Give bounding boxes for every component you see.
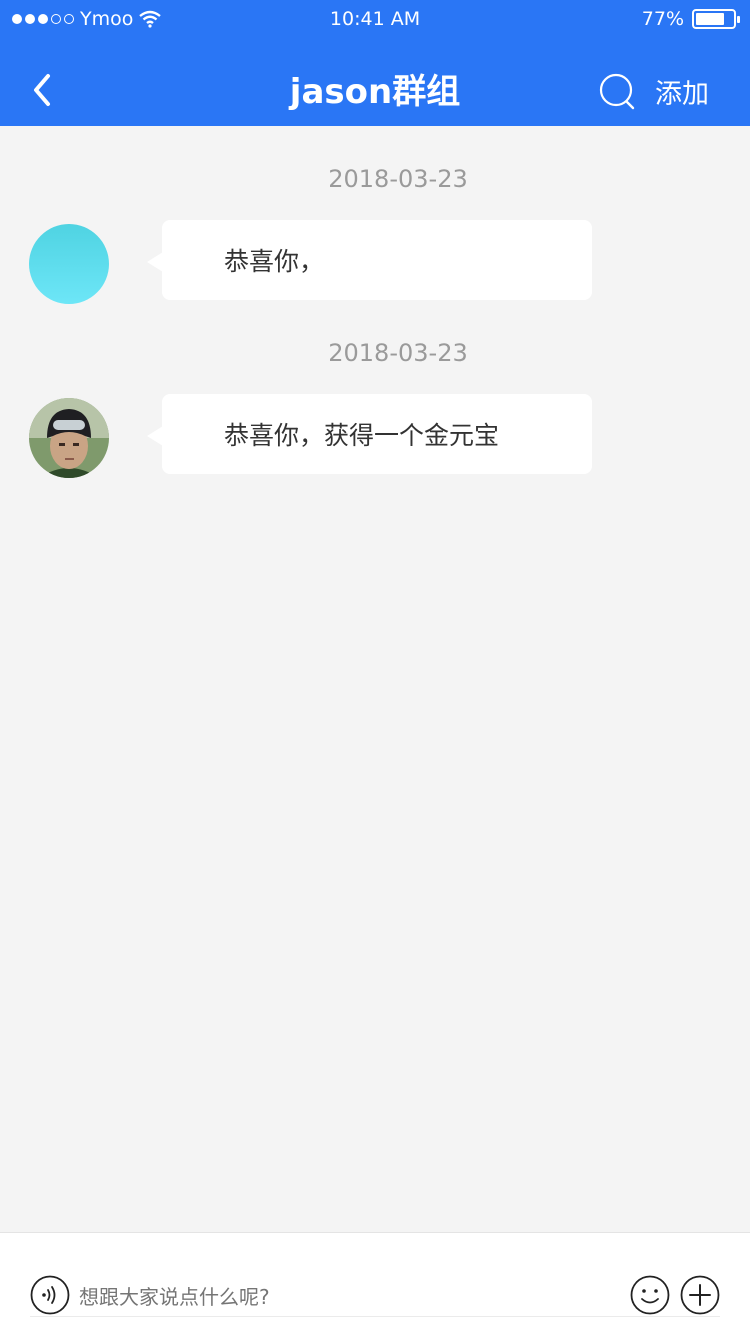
message-date: 2018-03-23: [328, 165, 468, 193]
add-button[interactable]: 添加: [655, 72, 709, 111]
message-input[interactable]: [79, 1279, 609, 1315]
message-bubble[interactable]: 恭喜你，获得一个金元宝: [147, 394, 592, 474]
top-bar: Ymoo 10:41 AM 77% jason群组 添加: [0, 0, 750, 126]
voice-icon[interactable]: [30, 1275, 70, 1315]
nav-bar: jason群组 添加: [0, 50, 750, 126]
chat-area: 2018-03-23 恭喜你， 2018-03-23 恭喜你，获得一个金元宝: [0, 127, 750, 1232]
status-right: 77%: [641, 8, 740, 30]
search-icon[interactable]: [598, 72, 638, 112]
message-date: 2018-03-23: [328, 339, 468, 367]
input-divider: [30, 1316, 720, 1317]
battery-icon: [692, 9, 740, 29]
avatar[interactable]: [29, 224, 109, 304]
input-bar: [0, 1232, 750, 1334]
avatar[interactable]: [29, 398, 109, 478]
message-bubble[interactable]: 恭喜你，: [147, 220, 592, 300]
emoji-icon[interactable]: [630, 1275, 670, 1315]
message-text: 恭喜你，获得一个金元宝: [224, 421, 500, 450]
battery-percent: 77%: [641, 8, 684, 30]
status-bar: Ymoo 10:41 AM 77%: [0, 0, 750, 40]
status-time: 10:41 AM: [329, 8, 421, 30]
person-photo: [29, 398, 109, 478]
message-text: 恭喜你，: [224, 247, 325, 276]
battery-fill: [696, 13, 724, 25]
plus-icon[interactable]: [680, 1275, 720, 1315]
